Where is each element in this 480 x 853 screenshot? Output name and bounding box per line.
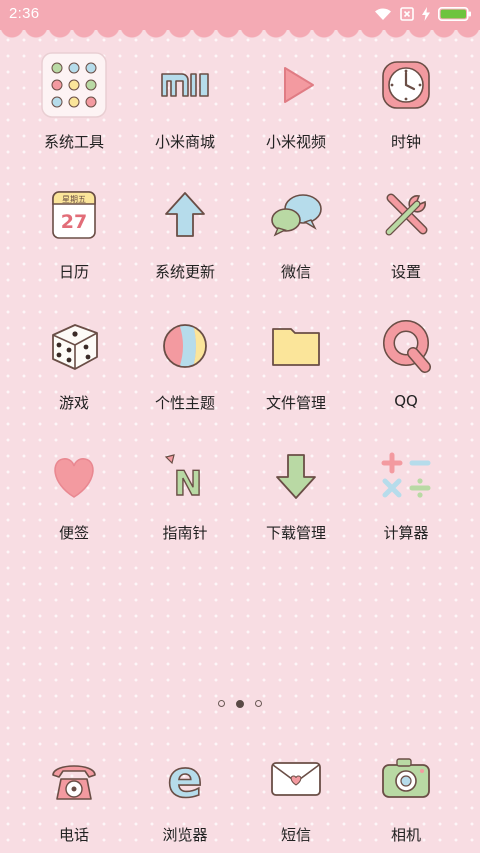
ball-icon xyxy=(147,308,223,384)
app-icon-heart[interactable]: 便签 xyxy=(19,438,129,543)
battery-icon xyxy=(438,7,471,21)
play-icon xyxy=(258,47,334,123)
app-icon-compass-n[interactable]: N 指南针 xyxy=(130,438,240,543)
wifi-icon xyxy=(375,8,391,20)
app-icon-label: 小米商城 xyxy=(154,133,215,151)
app-icon-label: 系统工具 xyxy=(43,133,104,151)
app-icon-label: 小米视频 xyxy=(265,133,326,151)
status-bar-scallop xyxy=(0,26,480,38)
page-dot[interactable] xyxy=(218,700,225,707)
app-icon-label: 个性主题 xyxy=(154,394,215,412)
sim-icon xyxy=(400,7,414,21)
calendar-icon: 星期五 27 xyxy=(36,177,112,253)
mi-logo-icon xyxy=(147,47,223,123)
calculator-icon xyxy=(368,438,444,514)
app-icon-up-arrow[interactable]: 系统更新 xyxy=(130,177,240,282)
status-time: 2:36 xyxy=(9,5,40,22)
dock-icon-phone[interactable]: 电话 xyxy=(19,740,129,845)
envelope-icon xyxy=(258,740,334,816)
app-icon-ball[interactable]: 个性主题 xyxy=(130,308,240,413)
app-icon-label: 下载管理 xyxy=(265,524,326,542)
tools-icon xyxy=(368,177,444,253)
calendar-weekday: 星期五 xyxy=(62,195,86,204)
status-icons xyxy=(374,5,472,23)
file-icon xyxy=(258,308,334,384)
browser-letter: e xyxy=(167,750,202,810)
app-icon-label: 日历 xyxy=(58,263,89,281)
app-icon-calculator[interactable]: 计算器 xyxy=(351,438,461,543)
page-dot[interactable] xyxy=(236,700,244,708)
app-icon-label: 系统更新 xyxy=(154,263,215,281)
clock-icon xyxy=(368,47,444,123)
compass-n-icon: N xyxy=(147,438,223,514)
dock-icon-label: 相机 xyxy=(390,826,421,844)
app-icon-label: 微信 xyxy=(280,263,311,281)
page-indicator[interactable] xyxy=(0,700,480,708)
browser-icon: e xyxy=(147,740,223,816)
app-icon-label: 时钟 xyxy=(390,133,421,151)
heart-icon xyxy=(36,438,112,514)
app-icon-qq-letter[interactable]: QQ xyxy=(351,308,461,410)
charging-icon xyxy=(422,7,430,21)
calendar-day: 27 xyxy=(61,211,87,233)
dock-icon-label: 电话 xyxy=(58,826,89,844)
app-icon-label: 设置 xyxy=(390,263,421,281)
app-icon-dice[interactable]: 游戏 xyxy=(19,308,129,413)
app-icon-mi-logo[interactable]: 小米商城 xyxy=(130,47,240,152)
app-icon-label: 计算器 xyxy=(383,524,429,542)
app-icon-folder[interactable]: 系统工具 xyxy=(19,47,129,152)
app-icon-label: 便签 xyxy=(58,524,89,542)
app-icon-label: QQ xyxy=(394,392,418,410)
dock-icon-envelope[interactable]: 短信 xyxy=(241,740,351,845)
app-icon-file[interactable]: 文件管理 xyxy=(241,308,351,413)
app-icon-play[interactable]: 小米视频 xyxy=(241,47,351,152)
dock-icon-browser[interactable]: e 浏览器 xyxy=(130,740,240,845)
app-icon-tools[interactable]: 设置 xyxy=(351,177,461,282)
battery-fill xyxy=(440,9,466,19)
app-icon-calendar[interactable]: 星期五 27 日历 xyxy=(19,177,129,282)
camera-icon xyxy=(368,740,444,816)
down-arrow-icon xyxy=(258,438,334,514)
app-icon-clock[interactable]: 时钟 xyxy=(351,47,461,152)
qq-letter-icon xyxy=(368,308,444,384)
chat-bubbles-icon xyxy=(258,177,334,253)
up-arrow-icon xyxy=(147,177,223,253)
phone-icon xyxy=(36,740,112,816)
app-icon-label: 文件管理 xyxy=(265,394,326,412)
dock-icon-label: 短信 xyxy=(280,826,311,844)
app-icon-label: 指南针 xyxy=(162,524,208,542)
compass-letter: N xyxy=(174,464,202,504)
dock-icon-label: 浏览器 xyxy=(162,826,208,844)
app-icon-chat-bubbles[interactable]: 微信 xyxy=(241,177,351,282)
page-dot[interactable] xyxy=(255,700,262,707)
app-icon-label: 游戏 xyxy=(58,394,89,412)
dice-icon xyxy=(36,308,112,384)
folder-icon xyxy=(36,47,112,123)
app-icon-down-arrow[interactable]: 下载管理 xyxy=(241,438,351,543)
dock-icon-camera[interactable]: 相机 xyxy=(351,740,461,845)
